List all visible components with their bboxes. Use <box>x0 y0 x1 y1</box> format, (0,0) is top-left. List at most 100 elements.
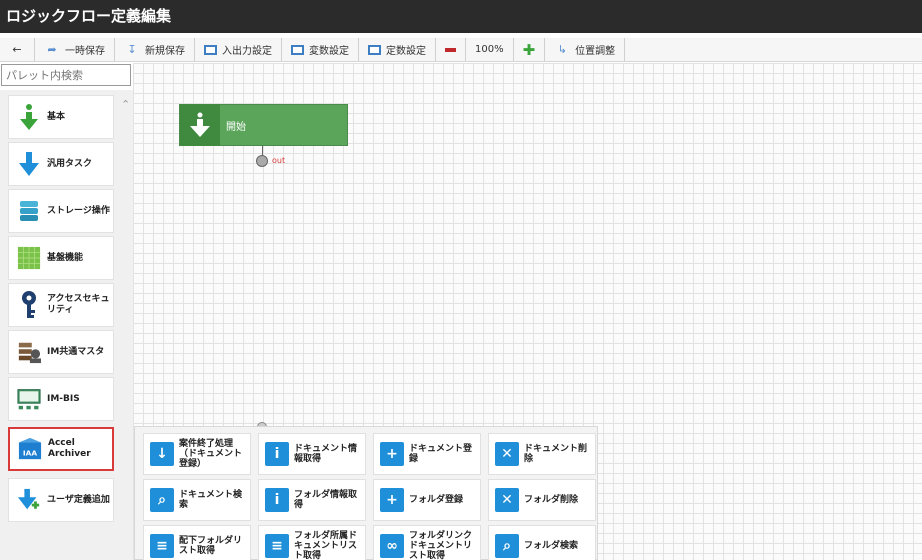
folder-link-icon: ∞ <box>380 534 404 558</box>
folder-delete-icon: ✕ <box>495 488 519 512</box>
folder-list-icon: ≡ <box>150 534 174 558</box>
folder-add-icon: + <box>380 488 404 512</box>
palette-item-label: IM共通マスタ <box>47 346 105 357</box>
palette-item-label: IM-BIS <box>47 393 80 404</box>
temp-save-label: 一時保存 <box>65 46 105 57</box>
info-icon: i <box>265 442 289 466</box>
archiver-icon: IAA <box>18 434 42 464</box>
window-title: ロジックフロー定義編集 <box>0 0 922 33</box>
temp-save-icon: ➦ <box>47 42 57 56</box>
new-save-button[interactable]: ↧ 新規保存 <box>115 38 195 61</box>
window-icon <box>368 44 381 55</box>
palette-item-label: 汎用タスク <box>47 158 93 169</box>
subpalette-item-label: フォルダ所属ドキュメントリスト取得 <box>294 531 358 560</box>
var-settings-button[interactable]: 変数設定 <box>282 38 359 61</box>
subpalette-item-label: ドキュメント削除 <box>524 444 588 464</box>
subpalette-item[interactable]: ∞ フォルダリンクドキュメントリスト取得 <box>373 525 481 560</box>
key-icon <box>17 290 41 320</box>
var-settings-label: 変数設定 <box>309 46 349 57</box>
subpalette-item[interactable]: ✕ ドキュメント削除 <box>488 433 596 475</box>
palette-item-label: 基盤機能 <box>47 252 84 263</box>
palette-item-label: ストレージ操作 <box>47 205 110 216</box>
palette-item-general-task[interactable]: 汎用タスク <box>8 142 114 186</box>
subpalette-item[interactable]: + フォルダ登録 <box>373 479 481 521</box>
align-icon: ↳ <box>557 42 567 56</box>
accel-archiver-subpalette: ↓ 案件終了処理（ドキュメント登録） i ドキュメント情報取得 + ドキュメント… <box>134 426 598 560</box>
subpalette-item-label: フォルダリンクドキュメントリスト取得 <box>409 531 473 560</box>
storage-icon <box>17 196 41 226</box>
palette-item-label: ユーザ定義追加 <box>47 494 110 505</box>
palette-item-im-bis[interactable]: IM-BIS <box>8 377 114 421</box>
zoom-out-button[interactable] <box>436 38 466 61</box>
subpalette-item[interactable]: ⌕ ドキュメント検索 <box>143 479 251 521</box>
folder-info-icon: i <box>265 488 289 512</box>
grid-icon <box>17 243 41 273</box>
folder-search-icon: ⌕ <box>495 534 519 558</box>
subpalette-item-label: フォルダ削除 <box>524 495 579 505</box>
position-adjust-button[interactable]: ↳ 位置調整 <box>545 38 626 61</box>
subpalette-item[interactable]: + ドキュメント登録 <box>373 433 481 475</box>
document-end-icon: ↓ <box>150 442 174 466</box>
subpalette-item-label: フォルダ情報取得 <box>294 490 358 510</box>
master-db-icon <box>17 337 41 367</box>
back-button[interactable]: ← <box>0 38 35 61</box>
palette: 基本 汎用タスク ストレージ操作 基盤機能 アクセスセキュリティ IM共通マスタ <box>0 90 118 560</box>
const-settings-label: 定数設定 <box>386 46 426 57</box>
zoom-label: 100% <box>475 44 504 55</box>
palette-item-platform[interactable]: 基盤機能 <box>8 236 114 280</box>
subpalette-item[interactable]: ↓ 案件終了処理（ドキュメント登録） <box>143 433 251 475</box>
search-icon: ⌕ <box>150 488 174 512</box>
subpalette-item[interactable]: ≡ フォルダ所属ドキュメントリスト取得 <box>258 525 366 560</box>
subpalette-item[interactable]: i ドキュメント情報取得 <box>258 433 366 475</box>
trash-icon: ✕ <box>495 442 519 466</box>
window-icon <box>204 44 217 55</box>
out-port[interactable] <box>256 155 268 167</box>
plus-icon: ✚ <box>522 40 536 59</box>
zoom-in-button[interactable]: ✚ <box>514 38 546 61</box>
toolbar: ← ➦ 一時保存 ↧ 新規保存 入出力設定 変数設定 定数設定 100% ✚ ↳… <box>0 38 922 62</box>
window-icon <box>291 44 304 55</box>
subpalette-item[interactable]: ✕ フォルダ削除 <box>488 479 596 521</box>
start-node-label: 開始 <box>226 121 246 133</box>
palette-search-input[interactable] <box>1 64 131 86</box>
subpalette-item[interactable]: ≡ 配下フォルダリスト取得 <box>143 525 251 560</box>
save-icon: ↧ <box>127 42 137 56</box>
palette-item-label: Accel Archiver <box>48 438 91 459</box>
subpalette-item-label: ドキュメント登録 <box>409 444 473 464</box>
zoom-level: 100% <box>466 38 514 61</box>
download-arrow-icon <box>17 102 41 132</box>
palette-item-user-defined-add[interactable]: ユーザ定義追加 <box>8 478 114 522</box>
position-adjust-label: 位置調整 <box>575 46 616 57</box>
out-port-label: out <box>272 156 286 165</box>
down-arrow-icon <box>180 104 220 146</box>
folder-documents-icon: ≡ <box>265 534 289 558</box>
start-node[interactable]: 開始 <box>179 104 348 146</box>
arrow-left-icon: ← <box>12 42 22 56</box>
subpalette-item-label: フォルダ登録 <box>409 495 464 505</box>
subpalette-item-label: フォルダ検索 <box>524 541 579 551</box>
new-save-label: 新規保存 <box>145 46 185 57</box>
temp-save-button[interactable]: ➦ 一時保存 <box>35 38 115 61</box>
palette-item-im-master[interactable]: IM共通マスタ <box>8 330 114 374</box>
palette-item-storage[interactable]: ストレージ操作 <box>8 189 114 233</box>
minus-icon <box>445 47 456 52</box>
const-settings-button[interactable]: 定数設定 <box>359 38 436 61</box>
subpalette-item-label: 案件終了処理（ドキュメント登録） <box>179 439 243 469</box>
subpalette-item-label: ドキュメント検索 <box>179 490 243 510</box>
subpalette-item[interactable]: i フォルダ情報取得 <box>258 479 366 521</box>
svg-text:IAA: IAA <box>23 448 37 457</box>
palette-item-accel-archiver[interactable]: IAA Accel Archiver <box>8 427 114 471</box>
plus-icon: + <box>380 442 404 466</box>
subpalette-item-label: 配下フォルダリスト取得 <box>179 536 243 556</box>
palette-item-access-security[interactable]: アクセスセキュリティ <box>8 283 114 327</box>
workflow-icon <box>17 384 41 414</box>
palette-scrollbar[interactable]: ⌃ <box>118 90 133 560</box>
palette-item-label: アクセスセキュリティ <box>47 294 110 315</box>
palette-item-label: 基本 <box>47 111 66 122</box>
subpalette-item[interactable]: ⌕ フォルダ検索 <box>488 525 596 560</box>
chevron-up-icon: ⌃ <box>121 98 131 111</box>
io-settings-button[interactable]: 入出力設定 <box>195 38 282 61</box>
down-arrow-icon <box>17 149 41 179</box>
palette-item-basic[interactable]: 基本 <box>8 95 114 139</box>
add-arrow-icon <box>17 485 41 515</box>
